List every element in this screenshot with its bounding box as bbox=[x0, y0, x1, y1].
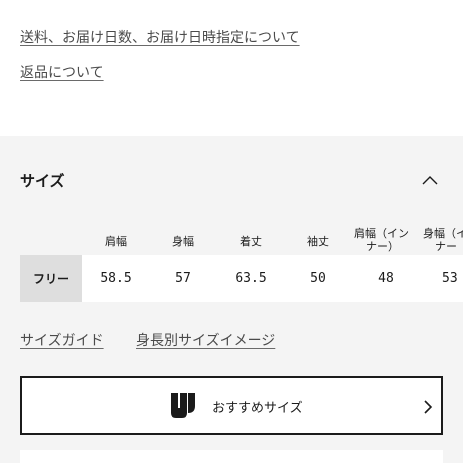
recommend-size-label: おすすめサイズ bbox=[212, 401, 303, 416]
column-header-inner-shoulder: 肩幅（イン ナー） bbox=[354, 227, 420, 253]
column-header-inner-shoulder-line1: 肩幅（イン bbox=[354, 227, 409, 240]
chevron-right-icon bbox=[424, 400, 433, 414]
column-header-length: 着丈 bbox=[240, 235, 262, 248]
returns-info-link[interactable]: 返品について bbox=[20, 62, 104, 82]
value-shoulder: 58.5 bbox=[100, 271, 132, 286]
size-row-label: フリー bbox=[20, 255, 82, 302]
value-sleeve: 50 bbox=[310, 271, 326, 286]
column-header-inner-chest: 身幅（イ ナー bbox=[423, 227, 463, 253]
chevron-up-icon[interactable] bbox=[421, 174, 439, 186]
size-section: サイズ 肩幅 身幅 着丈 袖丈 肩幅（イン ナー） 身幅（イ ナー フリー 58… bbox=[0, 136, 463, 463]
recommend-size-button[interactable]: おすすめサイズ bbox=[20, 376, 443, 435]
column-header-shoulder: 肩幅 bbox=[105, 235, 127, 248]
delivery-info-section: 送料、お届け日数、お届け日時指定について 返品について bbox=[0, 0, 463, 136]
size-heading: サイズ bbox=[20, 172, 65, 190]
column-header-inner-chest-line1: 身幅（イ bbox=[423, 227, 463, 240]
column-header-chest: 身幅 bbox=[172, 235, 194, 248]
next-card bbox=[20, 450, 443, 463]
value-inner-shoulder: 48 bbox=[378, 271, 394, 286]
value-length: 63.5 bbox=[235, 271, 267, 286]
column-header-inner-chest-line2: ナー bbox=[435, 240, 457, 253]
value-chest: 57 bbox=[175, 271, 191, 286]
value-inner-chest: 53 bbox=[442, 271, 458, 286]
height-size-image-link[interactable]: 身長別サイズイメージ bbox=[136, 330, 275, 350]
column-header-inner-shoulder-line2: ナー） bbox=[366, 240, 399, 253]
column-header-sleeve: 袖丈 bbox=[307, 235, 329, 248]
size-guide-link[interactable]: サイズガイド bbox=[20, 330, 104, 350]
brand-logo-icon bbox=[171, 393, 195, 418]
shipping-info-link[interactable]: 送料、お届け日数、お届け日時指定について bbox=[20, 27, 300, 47]
